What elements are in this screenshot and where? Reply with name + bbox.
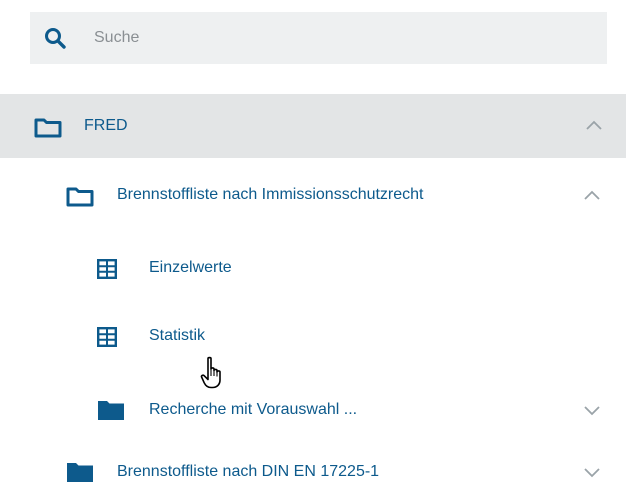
tree-item-recherche-mit-vorauswahl[interactable]: Recherche mit Vorauswahl ... bbox=[0, 378, 626, 442]
tree-item-fred[interactable]: FRED bbox=[0, 94, 626, 158]
tree-item-label: Recherche mit Vorauswahl ... bbox=[149, 401, 358, 418]
chevron-down-icon[interactable] bbox=[583, 467, 601, 479]
tree-item-label: Einzelwerte bbox=[149, 259, 232, 276]
tree-item-label: Brennstoffliste nach DIN EN 17225-1 bbox=[117, 463, 380, 480]
folder-filled-icon bbox=[67, 463, 93, 482]
tree-item-einzelwerte[interactable]: Einzelwerte bbox=[0, 236, 626, 300]
tree-item-brennstoffliste-din-en-17225-1[interactable]: Brennstoffliste nach DIN EN 17225-1 bbox=[0, 440, 626, 504]
tree-item-label: Statistik bbox=[149, 327, 206, 344]
folder-outline-icon bbox=[66, 187, 94, 207]
tree-item-label: FRED bbox=[84, 117, 128, 134]
folder-filled-icon bbox=[98, 401, 124, 420]
table-icon bbox=[97, 327, 117, 347]
folder-outline-icon bbox=[34, 118, 62, 138]
search-icon[interactable] bbox=[44, 27, 66, 49]
chevron-up-icon[interactable] bbox=[585, 119, 603, 131]
chevron-up-icon[interactable] bbox=[583, 189, 601, 201]
table-icon bbox=[97, 259, 117, 279]
tree-item-brennstoffliste-immissionsschutzrecht[interactable]: Brennstoffliste nach Immissionsschutzrec… bbox=[0, 163, 626, 227]
search-input[interactable] bbox=[94, 12, 584, 64]
search-box[interactable] bbox=[30, 12, 607, 64]
tree-item-statistik[interactable]: Statistik bbox=[0, 304, 626, 368]
tree-item-label: Brennstoffliste nach Immissionsschutzrec… bbox=[117, 186, 424, 203]
chevron-down-icon[interactable] bbox=[583, 405, 601, 417]
